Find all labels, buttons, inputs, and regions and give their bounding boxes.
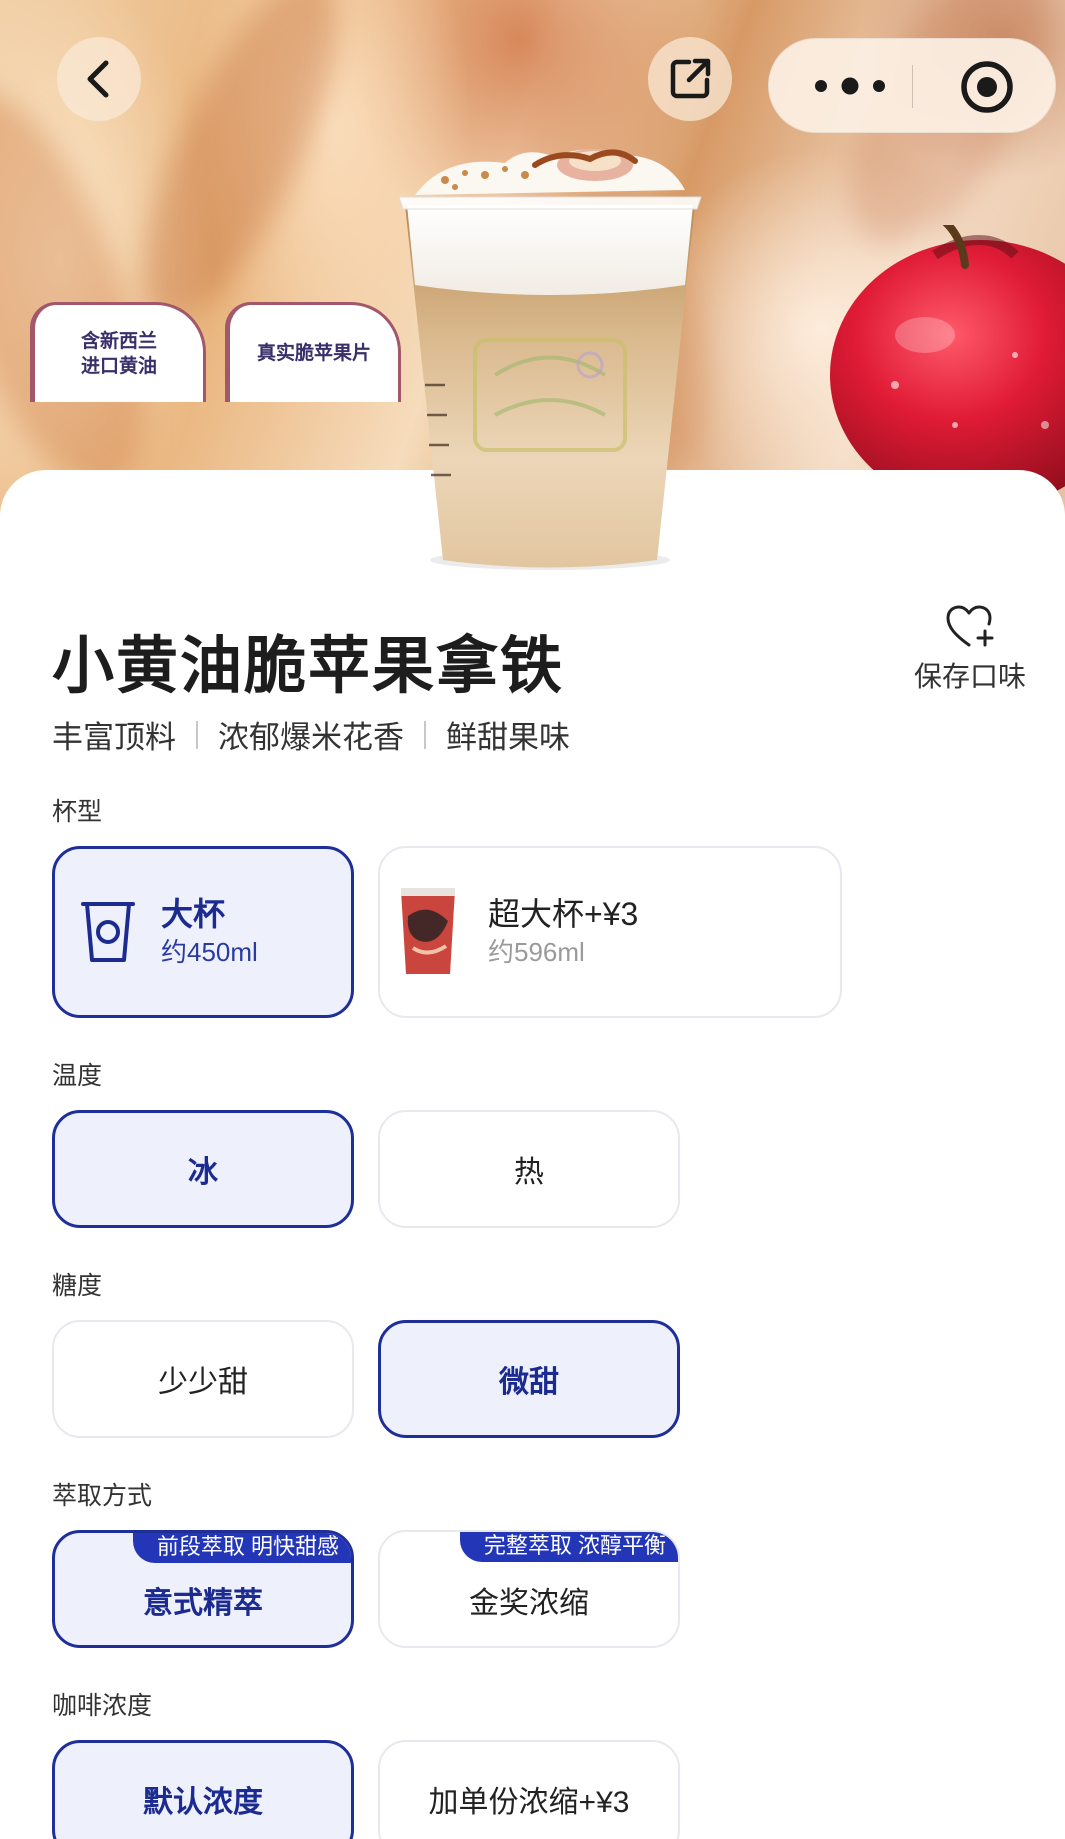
option-label: 加单份浓缩+¥3 bbox=[428, 1786, 630, 1819]
option-badge: 完整萃取 浓醇平衡 bbox=[459, 1532, 678, 1562]
target-circle-icon[interactable] bbox=[959, 59, 1015, 115]
option-cup-large[interactable]: 大杯 约450ml bbox=[52, 846, 354, 1018]
product-cup-image bbox=[398, 149, 702, 570]
section-label-cup-size: 杯型 bbox=[52, 798, 103, 826]
feature-divider bbox=[196, 720, 198, 749]
feature-tag-butter: 含新西兰 进口黄油 bbox=[30, 302, 206, 402]
extra-large-cup-image bbox=[401, 888, 455, 974]
product-title: 小黄油脆苹果拿铁 bbox=[52, 632, 565, 701]
save-flavor-label: 保存口味 bbox=[913, 661, 1026, 692]
option-slightly-sweet[interactable]: 微甜 bbox=[378, 1320, 680, 1438]
option-label: 默认浓度 bbox=[143, 1786, 263, 1819]
option-less-sweet[interactable]: 少少甜 bbox=[52, 1320, 354, 1438]
cup-size-volume: 约450ml bbox=[161, 937, 258, 967]
option-extra-shot[interactable]: 加单份浓缩+¥3 bbox=[378, 1740, 680, 1839]
feature-divider bbox=[424, 720, 426, 749]
mini-program-capsule bbox=[768, 38, 1056, 133]
more-dots-icon[interactable] bbox=[809, 71, 891, 101]
feature-tag-apple: 真实脆苹果片 bbox=[225, 302, 401, 402]
cup-size-name: 超大杯+¥3 bbox=[488, 896, 639, 932]
option-label: 冰 bbox=[188, 1156, 218, 1189]
option-gold-espresso[interactable]: 完整萃取 浓醇平衡 金奖浓缩 bbox=[378, 1530, 680, 1648]
option-label: 少少甜 bbox=[158, 1366, 248, 1399]
cup-size-name: 大杯 bbox=[161, 896, 226, 932]
share-external-icon bbox=[670, 58, 711, 99]
chevron-left-icon bbox=[87, 60, 109, 98]
save-flavor-button[interactable]: 保存口味 bbox=[900, 605, 1040, 695]
option-label: 热 bbox=[514, 1156, 544, 1189]
section-label-sweetness: 糖度 bbox=[52, 1272, 103, 1300]
heart-plus-icon bbox=[946, 605, 994, 647]
option-espresso-extract[interactable]: 前段萃取 明快甜感 意式精萃 bbox=[52, 1530, 354, 1648]
cup-size-volume: 约596ml bbox=[488, 937, 585, 967]
option-label: 微甜 bbox=[499, 1366, 559, 1399]
option-hot[interactable]: 热 bbox=[378, 1110, 680, 1228]
feature-text: 浓郁爆米花香 bbox=[218, 720, 404, 755]
cup-outline-icon bbox=[81, 902, 135, 962]
section-label-strength: 咖啡浓度 bbox=[52, 1692, 153, 1720]
section-label-extraction: 萃取方式 bbox=[52, 1482, 153, 1510]
product-features: 丰富顶料 浓郁爆米花香 鲜甜果味 bbox=[52, 712, 570, 757]
feature-text: 丰富顶料 bbox=[52, 720, 176, 755]
section-label-temperature: 温度 bbox=[52, 1062, 103, 1090]
option-cup-extra-large[interactable]: 超大杯+¥3 约596ml bbox=[378, 846, 842, 1018]
feature-text: 鲜甜果味 bbox=[446, 720, 570, 755]
option-badge: 前段萃取 明快甜感 bbox=[132, 1533, 351, 1563]
share-button[interactable] bbox=[648, 37, 732, 121]
back-button[interactable] bbox=[57, 37, 141, 121]
option-label: 金奖浓缩 bbox=[469, 1587, 589, 1620]
option-label: 意式精萃 bbox=[143, 1587, 263, 1620]
option-iced[interactable]: 冰 bbox=[52, 1110, 354, 1228]
option-default-strength[interactable]: 默认浓度 bbox=[52, 1740, 354, 1839]
